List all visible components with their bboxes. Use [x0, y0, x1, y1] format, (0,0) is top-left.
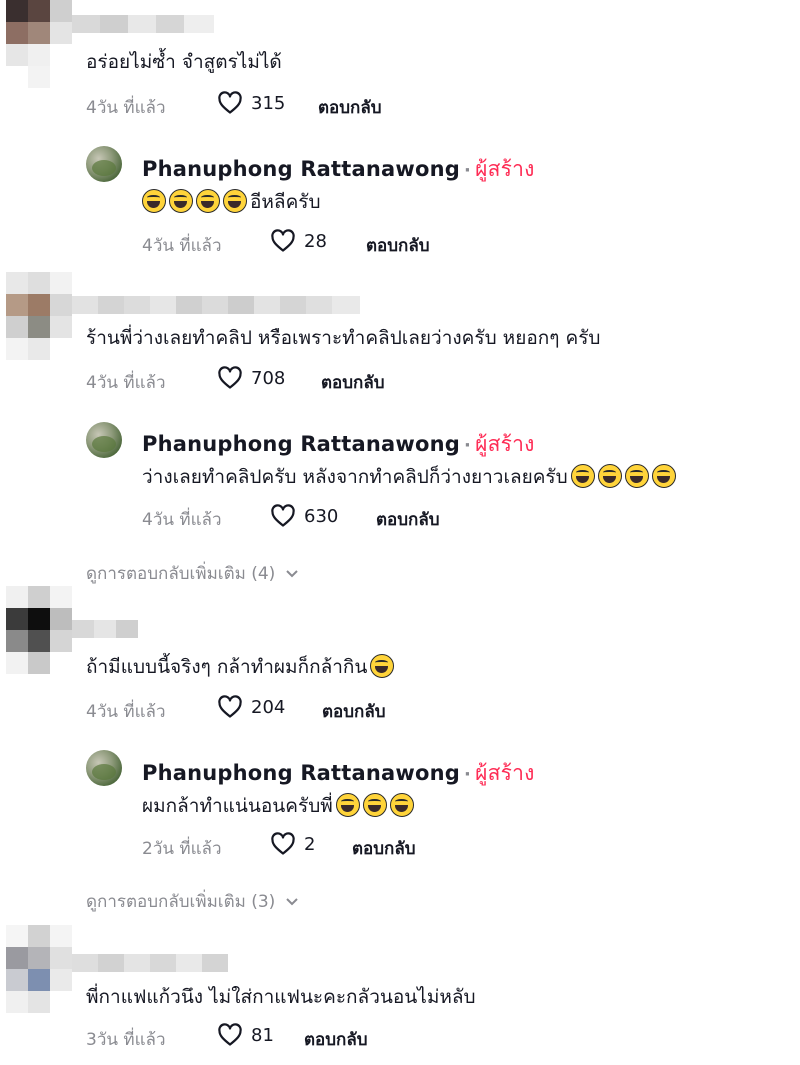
view-more-replies[interactable]: ดูการตอบกลับเพิ่มเติม (3): [86, 888, 299, 915]
like-button[interactable]: 630: [270, 504, 338, 528]
grinning-sweat-emoji: [335, 793, 360, 817]
heart-outline-icon: [271, 504, 295, 527]
reply-text: ว่างเลยทำคลิปครับ หลังจากทำคลิปก็ว่างยาว…: [142, 466, 568, 488]
like-button[interactable]: 708: [217, 366, 285, 390]
like-button[interactable]: 81: [217, 1023, 274, 1047]
chevron-down-icon: [286, 569, 299, 577]
like-count: 315: [251, 92, 286, 114]
separator-dot: ·: [464, 764, 472, 785]
creator-name-row: Phanuphong Rattanawong · ผู้สร้าง: [142, 757, 535, 790]
grinning-sweat-emoji: [362, 793, 387, 817]
creator-avatar[interactable]: [86, 146, 122, 182]
view-more-replies[interactable]: ดูการตอบกลับเพิ่มเติม (4): [86, 560, 299, 587]
comment-age: 4วัน ที่แล้ว: [86, 98, 166, 118]
like-button[interactable]: 2: [270, 832, 315, 856]
heart-outline-icon: [218, 366, 242, 389]
heart-outline-icon: [218, 91, 242, 114]
view-more-label: ดูการตอบกลับเพิ่มเติม (3): [86, 892, 276, 912]
avatar-blurred[interactable]: [6, 586, 72, 674]
username-blurred[interactable]: [72, 954, 228, 972]
reply-text-row: ผมกล้าทำแน่นอนครับพี่: [142, 793, 417, 818]
creator-badge: ผู้สร้าง: [475, 157, 535, 181]
grinning-sweat-emoji: [570, 464, 595, 488]
reply-button[interactable]: ตอบกลับ: [366, 232, 430, 259]
grinning-sweat-emoji: [651, 464, 676, 488]
like-button[interactable]: 204: [217, 695, 285, 719]
like-count: 630: [304, 505, 339, 527]
heart-outline-icon: [218, 1023, 242, 1046]
creator-name[interactable]: Phanuphong Rattanawong: [142, 432, 460, 456]
grinning-sweat-emoji: [624, 464, 649, 488]
separator-dot: ·: [464, 160, 472, 181]
grinning-sweat-emoji: [370, 654, 395, 678]
username-blurred[interactable]: [72, 296, 360, 314]
comment-age: 4วัน ที่แล้ว: [86, 702, 166, 722]
heart-outline-icon: [271, 832, 295, 855]
comment-text-row: ถ้ามีแบบนี้จริงๆ กล้าทำผมก็กล้ากิน: [86, 654, 397, 679]
creator-name-row: Phanuphong Rattanawong · ผู้สร้าง: [142, 153, 535, 186]
reply-button[interactable]: ตอบกลับ: [322, 698, 386, 725]
reply-button[interactable]: ตอบกลับ: [376, 506, 440, 533]
heart-outline-icon: [271, 229, 295, 252]
reply-button[interactable]: ตอบกลับ: [318, 94, 382, 121]
grinning-sweat-emoji: [389, 793, 414, 817]
comment-age: 4วัน ที่แล้ว: [86, 373, 166, 393]
reply-age: 4วัน ที่แล้ว: [142, 510, 222, 530]
reply-text: อีหลีครับ: [250, 191, 321, 213]
separator-dot: ·: [464, 435, 472, 456]
chevron-down-icon: [286, 897, 299, 905]
comment-text: อร่อยไม่ซ้ำ จำสูตรไม่ได้: [86, 51, 282, 73]
grinning-sweat-emoji: [142, 189, 166, 213]
creator-badge: ผู้สร้าง: [475, 432, 535, 456]
reply-age: 2วัน ที่แล้ว: [142, 839, 222, 859]
like-button[interactable]: 315: [217, 91, 285, 115]
comment-age: 3วัน ที่แล้ว: [86, 1030, 166, 1050]
reply-text: ผมกล้าทำแน่นอนครับพี่: [142, 795, 333, 817]
grinning-sweat-emoji: [223, 189, 247, 213]
username-blurred[interactable]: [72, 15, 214, 33]
creator-name-row: Phanuphong Rattanawong · ผู้สร้าง: [142, 428, 535, 461]
heart-outline-icon: [218, 695, 242, 718]
avatar-blurred[interactable]: [6, 925, 72, 1013]
reply-text-row: อีหลีครับ: [142, 189, 321, 214]
comment-text: ร้านพี่ว่างเลยทำคลิป หรือเพราะทำคลิปเลยว…: [86, 327, 601, 349]
comment-text: พี่กาแฟแก้วนึง ไม่ใส่กาแฟนะคะกลัวนอนไม่ห…: [86, 986, 476, 1008]
reply-button[interactable]: ตอบกลับ: [352, 835, 416, 862]
creator-name[interactable]: Phanuphong Rattanawong: [142, 761, 460, 785]
like-count: 204: [251, 696, 286, 718]
grinning-sweat-emoji: [196, 189, 220, 213]
like-count: 708: [251, 367, 286, 389]
view-more-label: ดูการตอบกลับเพิ่มเติม (4): [86, 564, 276, 584]
like-count: 28: [304, 230, 327, 252]
like-count: 2: [304, 833, 316, 855]
reply-text-row: ว่างเลยทำคลิปครับ หลังจากทำคลิปก็ว่างยาว…: [142, 464, 679, 489]
avatar-blurred[interactable]: [6, 272, 72, 360]
username-blurred[interactable]: [72, 620, 138, 638]
creator-avatar[interactable]: [86, 422, 122, 458]
grinning-sweat-emoji: [169, 189, 193, 213]
creator-badge: ผู้สร้าง: [475, 761, 535, 785]
like-button[interactable]: 28: [270, 229, 327, 253]
avatar-blurred[interactable]: [6, 0, 72, 88]
reply-button[interactable]: ตอบกลับ: [304, 1026, 368, 1053]
grinning-sweat-emoji: [597, 464, 622, 488]
reply-age: 4วัน ที่แล้ว: [142, 236, 222, 256]
creator-name[interactable]: Phanuphong Rattanawong: [142, 157, 460, 181]
like-count: 81: [251, 1024, 274, 1046]
creator-avatar[interactable]: [86, 750, 122, 786]
comment-text: ถ้ามีแบบนี้จริงๆ กล้าทำผมก็กล้ากิน: [86, 656, 368, 678]
reply-button[interactable]: ตอบกลับ: [321, 369, 385, 396]
